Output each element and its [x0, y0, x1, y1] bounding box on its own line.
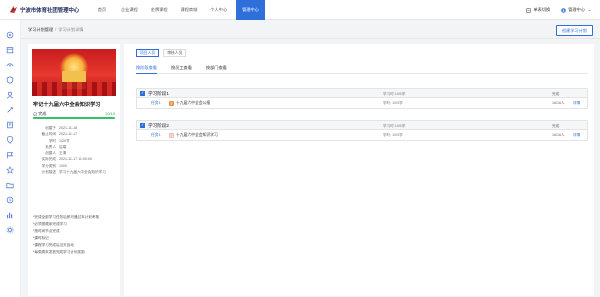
- plan-cover-image: [32, 49, 116, 96]
- book-icon[interactable]: [6, 121, 14, 129]
- tab-project-members[interactable]: 项目人员: [136, 49, 160, 57]
- main-nav: 首页 企业课程 金牌课程 课程商城 个人中心 管理中心: [92, 0, 270, 20]
- top-bar: 宁波市体育社团管理中心 首页 企业课程 金牌课程 课程商城 个人中心 管理中心 …: [0, 0, 600, 20]
- task-name[interactable]: 十九届六中全会公报: [176, 101, 210, 106]
- admin-menu[interactable]: 管理中心: [561, 7, 592, 13]
- task-detail-link[interactable]: 详情: [573, 133, 580, 138]
- breadcrumb-separator: /: [55, 27, 57, 32]
- requirement-line: *必须按顺序完成学习: [33, 222, 67, 226]
- view-tabs: 按阶段查看 按员工查看 按部门查看: [136, 63, 588, 74]
- shield-icon[interactable]: [6, 76, 14, 84]
- task-study-hours: 学时: 10/0学: [383, 100, 403, 105]
- switch-icon: [526, 7, 532, 13]
- settings-icon[interactable]: [6, 106, 14, 114]
- requirement-line: *按时间节点完成: [33, 229, 60, 233]
- plan-progress-text: 10/10: [104, 111, 115, 116]
- document-icon: [169, 132, 174, 138]
- flag-icon[interactable]: [6, 151, 14, 159]
- task-label[interactable]: 任务1: [151, 133, 161, 138]
- phase-block: ✓ 学习阶段2 学习时 10/0学 完成 任务1 十九届六中全会知识学习 学时:…: [136, 120, 588, 141]
- breadcrumb-parent[interactable]: 学习计划管理: [28, 27, 53, 32]
- task-name[interactable]: 十九届六中全会知识学习: [176, 133, 218, 138]
- task-row: 任务1 十九届六中全会知识学习 学时: 10/0学 16/16人 详情: [137, 130, 587, 140]
- phase-status: 完成: [552, 91, 560, 96]
- task-study-hours: 学时: 10/0学: [383, 132, 403, 137]
- create-plan-button[interactable]: 创建学习计划: [555, 25, 593, 36]
- phase-name: 学习阶段2: [148, 122, 169, 128]
- tab-reviewers[interactable]: 审核人员: [163, 49, 187, 57]
- logo-icon: [9, 5, 18, 14]
- plan-requirements: *完成全部学习任务后即可通过本计划考核 *必须按顺序完成学习 *按时间节点完成 …: [33, 214, 117, 256]
- plan-progress-fill: [33, 117, 115, 119]
- document-icon: [169, 100, 174, 106]
- check-circle-icon: [33, 112, 38, 116]
- switch-label: 单表切换: [533, 7, 551, 12]
- nav-item-course-mall[interactable]: 课程商城: [177, 0, 202, 20]
- tab-by-employee[interactable]: 按员工查看: [171, 63, 192, 74]
- tab-by-department[interactable]: 按部门查看: [206, 63, 227, 74]
- admin-label: 管理中心: [568, 7, 585, 12]
- folder-icon[interactable]: [6, 181, 14, 189]
- nav-item-gold-courses[interactable]: 金牌课程: [147, 0, 172, 20]
- nav-item-admin-center[interactable]: 管理中心: [236, 0, 265, 20]
- nav-item-personal-center[interactable]: 个人中心: [206, 0, 231, 20]
- nav-item-enterprise-courses[interactable]: 企业课程: [117, 0, 142, 20]
- divider: [21, 38, 600, 39]
- phase-meta: 学习时 10/0学: [383, 91, 406, 96]
- phase-checkbox-icon[interactable]: ✓: [140, 91, 145, 96]
- phase-block: ✓ 学习阶段1 学习时 10/0学 完成 任务1 十九届六中全会公报 学时: 1…: [136, 88, 588, 109]
- plan-title: 牢记十九届六中全会知识学习: [33, 102, 101, 108]
- requirement-line: *每周周末发放完成学习计划奖励: [33, 250, 85, 254]
- phase-meta: 学习时 10/0学: [383, 123, 406, 128]
- task-progress: 16/16人: [552, 100, 565, 105]
- nav-item-home[interactable]: 首页: [92, 0, 112, 20]
- task-label[interactable]: 任务1: [151, 101, 161, 106]
- breadcrumb: 学习计划管理 / 学习计划详情: [28, 27, 83, 33]
- phase-name: 学习阶段1: [148, 90, 169, 96]
- breadcrumb-current: 学习计划详情: [58, 27, 84, 32]
- info-value: 学习十九届六中全会知识学习: [59, 170, 106, 175]
- plan-card: 牢记十九届六中全会知识学习 完成 10/10 创建于 2021-11-18 截止时…: [28, 44, 120, 296]
- calendar-icon[interactable]: [6, 46, 14, 54]
- phase-status: 完成: [552, 123, 560, 128]
- star-icon[interactable]: [6, 166, 14, 174]
- requirement-line: *完成全部学习任务后即可通过本计划考核: [33, 215, 100, 219]
- chart-icon[interactable]: [6, 61, 14, 69]
- phase-header[interactable]: ✓ 学习阶段2 学习时 10/0学 完成: [137, 121, 587, 130]
- gear-icon[interactable]: [6, 226, 14, 234]
- tab-by-phase[interactable]: 按阶段查看: [136, 63, 157, 74]
- requirement-line: *课时标记: [33, 236, 49, 240]
- plan-progress-bar: [33, 117, 115, 119]
- bar-chart-icon[interactable]: [6, 211, 14, 219]
- location-icon[interactable]: [6, 136, 14, 144]
- home-icon[interactable]: [6, 31, 14, 39]
- phase-header[interactable]: ✓ 学习阶段1 学习时 10/0学 完成: [137, 89, 587, 98]
- phase-checkbox-icon[interactable]: ✓: [140, 123, 145, 128]
- requirement-line: *课程学习完成后当天自动: [33, 243, 74, 247]
- task-row: 任务1 十九届六中全会公报 学时: 10/0学 16/16人 详情: [137, 98, 587, 108]
- user-avatar-icon: [561, 7, 566, 13]
- user-icon[interactable]: [6, 196, 14, 204]
- cover-flags: [32, 82, 116, 96]
- app-title: 宁波市体育社团管理中心: [20, 8, 80, 14]
- chevron-down-icon: [588, 9, 591, 11]
- plan-info-list: 创建于 2021-11-18 截止时间 2021-11-17 学时 1/20节 负责人…: [33, 125, 117, 175]
- task-progress: 16/16人: [552, 132, 565, 137]
- member-tabs: 项目人员 审核人员: [136, 49, 187, 57]
- sidebar: [0, 20, 21, 297]
- info-label: 计划描述: [41, 170, 56, 175]
- info-row: 计划描述 学习十九届六中全会知识学习: [33, 169, 117, 175]
- people-icon[interactable]: [6, 91, 14, 99]
- switch-button[interactable]: 单表切换: [526, 7, 550, 13]
- task-detail-link[interactable]: 详情: [573, 101, 580, 106]
- plan-detail-panel: 项目人员 审核人员 按阶段查看 按员工查看 按部门查看 ✓ 学习阶段1 学习时 …: [124, 44, 594, 296]
